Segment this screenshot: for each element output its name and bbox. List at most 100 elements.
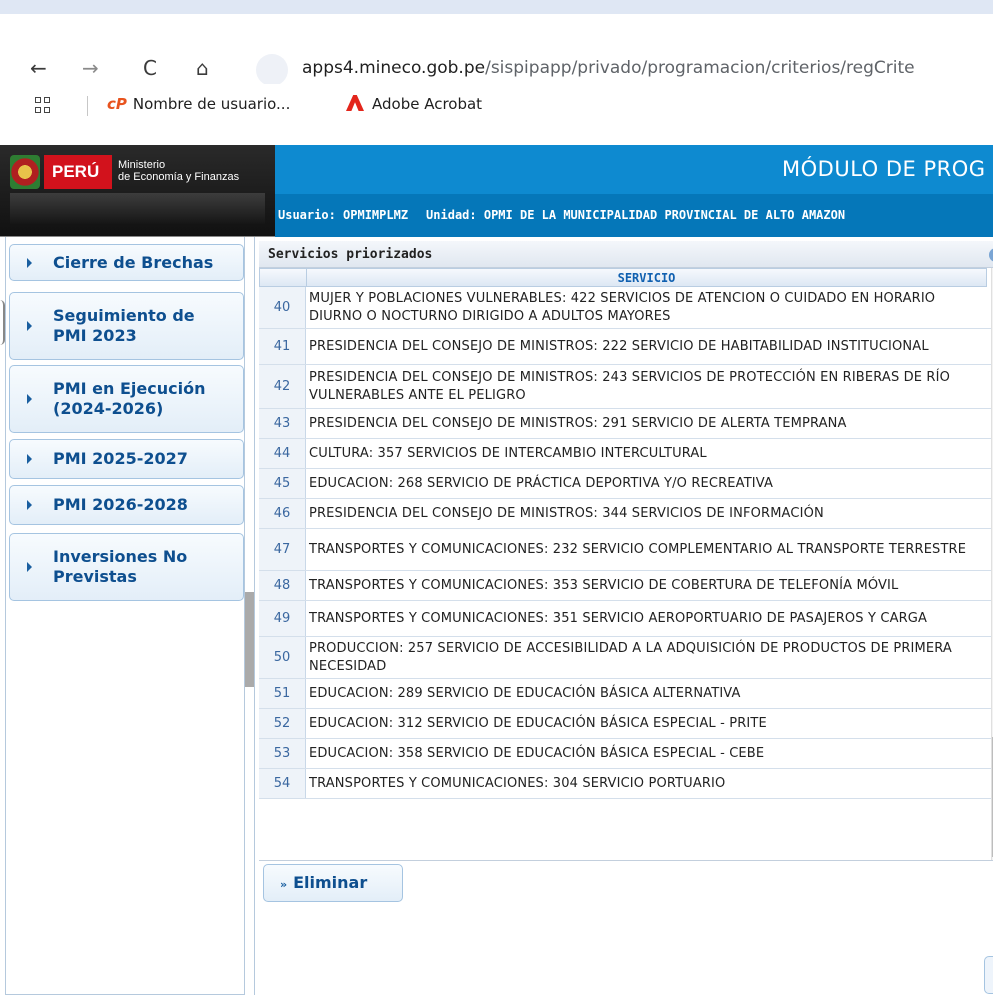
sidebar-item-seguimiento-pmi-2023[interactable]: Seguimiento de PMI 2023	[9, 292, 244, 360]
sidebar-resize-handle[interactable]	[245, 592, 254, 687]
row-number: 53	[259, 739, 306, 768]
home-button[interactable]: ⌂	[196, 58, 209, 78]
ministry-name: Ministerio de Economía y Finanzas	[118, 159, 239, 183]
table-row[interactable]: 53 EDUCACION: 358 SERVICIO DE EDUCACIÓN B…	[259, 739, 993, 769]
url-path: /sispipapp/privado/programacion/criterio…	[485, 58, 915, 78]
service-cell: PRESIDENCIA DEL CONSEJO DE MINISTROS: 34…	[309, 505, 824, 521]
ministry-line1: Ministerio	[118, 159, 166, 171]
service-cell: EDUCACION: 289 SERVICIO DE EDUCACIÓN BÁS…	[309, 685, 741, 701]
service-cell: TRANSPORTES Y COMUNICACIONES: 351 SERVIC…	[309, 610, 928, 626]
service-cell: TRANSPORTES Y COMUNICACIONES: 353 SERVIC…	[309, 577, 899, 593]
table-row[interactable]: 41 PRESIDENCIA DEL CONSEJO DE MINISTROS: …	[259, 329, 993, 365]
service-cell: PRESIDENCIA DEL CONSEJO DE MINISTROS: 29…	[309, 415, 847, 431]
table-row[interactable]: 50 PRODUCCION: 257 SERVICIO DE ACCESIBILI…	[259, 637, 993, 679]
sidebar-item-label-2: Previstas	[53, 567, 137, 586]
sidebar-item-pmi-en-ejecucion[interactable]: PMI en Ejecución (2024-2026)	[9, 365, 244, 433]
bookmarks-bar: cP Nombre de usuario... Adobe Acrobat	[0, 84, 993, 126]
triangle-right-icon	[27, 394, 32, 404]
table-row[interactable]: 46 PRESIDENCIA DEL CONSEJO DE MINISTROS: …	[259, 499, 993, 529]
double-arrow-icon: »	[280, 878, 288, 891]
panel-title: Servicios priorizados	[268, 247, 433, 262]
forward-button[interactable]: →	[82, 58, 99, 78]
table-row[interactable]: 48 TRANSPORTES Y COMUNICACIONES: 353 SERV…	[259, 571, 993, 601]
row-number: 45	[259, 469, 306, 498]
bookmark-label: Nombre de usuario...	[132, 95, 291, 113]
acrobat-icon	[346, 95, 364, 111]
sidebar-item-cierre-de-brechas[interactable]: Cierre de Brechas	[9, 244, 244, 281]
reload-button[interactable]: C	[143, 58, 157, 78]
bookmarks-separator	[87, 96, 88, 116]
main-layout: Cierre de Brechas Seguimiento de PMI 202…	[0, 237, 993, 995]
table-row[interactable]: 42 PRESIDENCIA DEL CONSEJO DE MINISTROS: …	[259, 365, 993, 409]
row-number: 50	[259, 637, 306, 678]
sidebar: Cierre de Brechas Seguimiento de PMI 202…	[5, 237, 245, 995]
sidebar-item-label: Cierre de Brechas	[53, 252, 214, 272]
module-title: MÓDULO DE PROG	[275, 145, 993, 194]
collapse-icon[interactable]	[989, 248, 993, 262]
sidebar-item-label-2: PMI 2023	[53, 326, 137, 345]
user-label: Usuario: OPMIMPLMZ	[278, 208, 409, 222]
table-row[interactable]: 49 TRANSPORTES Y COMUNICACIONES: 351 SERV…	[259, 601, 993, 637]
sidebar-item-label: Inversiones No	[53, 547, 188, 566]
logo-reflection	[10, 193, 265, 225]
sidebar-item-pmi-2026-2028[interactable]: PMI 2026-2028	[9, 485, 244, 525]
row-number: 48	[259, 571, 306, 600]
site-banner: PERÚ Ministerio de Economía y Finanzas M…	[0, 145, 993, 237]
row-number: 51	[259, 679, 306, 708]
sidebar-item-label: PMI 2026-2028	[53, 495, 188, 514]
row-number: 44	[259, 439, 306, 468]
table-row[interactable]: 40 MUJER Y POBLACIONES VULNERABLES: 422 S…	[259, 287, 993, 329]
panel-header: Servicios priorizados	[259, 241, 993, 268]
back-button[interactable]: ←	[30, 58, 47, 78]
triangle-right-icon	[27, 257, 32, 268]
user-info-bar: Usuario: OPMIMPLMZ Unidad: OPMI DE LA MUN…	[275, 194, 993, 237]
triangle-right-icon	[27, 562, 32, 572]
row-number: 49	[259, 601, 306, 636]
sidebar-item-pmi-2025-2027[interactable]: PMI 2025-2027	[9, 439, 244, 479]
table-row[interactable]: 45 EDUCACION: 268 SERVICIO DE PRÁCTICA DE…	[259, 469, 993, 499]
service-cell: TRANSPORTES Y COMUNICACIONES: 304 SERVIC…	[309, 775, 726, 791]
triangle-right-icon	[27, 454, 32, 464]
bookmark-nombre-de-usuario[interactable]: cP Nombre de usuario...	[107, 95, 290, 113]
table-row[interactable]: 47 TRANSPORTES Y COMUNICACIONES: 232 SERV…	[259, 529, 993, 571]
bookmark-label: Adobe Acrobat	[372, 95, 483, 113]
service-cell: CULTURA: 357 SERVICIOS DE INTERCAMBIO IN…	[309, 445, 707, 461]
table-row[interactable]: 51 EDUCACION: 289 SERVICIO DE EDUCACIÓN B…	[259, 679, 993, 709]
eliminar-button[interactable]: » Eliminar	[263, 864, 403, 902]
table-row[interactable]: 44 CULTURA: 357 SERVICIOS DE INTERCAMBIO …	[259, 439, 993, 469]
table-row[interactable]: 54 TRANSPORTES Y COMUNICACIONES: 304 SERV…	[259, 769, 993, 799]
browser-toolbar: ← → C ⌂ apps4.mineco.gob.pe/sispipapp/pr…	[0, 14, 993, 86]
service-cell: PRESIDENCIA DEL CONSEJO DE MINISTROS: 24…	[309, 369, 950, 403]
browser-top-strip	[0, 0, 993, 14]
sidebar-item-label: PMI 2025-2027	[53, 449, 188, 468]
peru-label: PERÚ	[44, 155, 112, 189]
column-header-servicio[interactable]: SERVICIO	[306, 268, 987, 287]
url-host: apps4.mineco.gob.pe	[302, 58, 486, 78]
row-number: 52	[259, 709, 306, 738]
row-number: 41	[259, 329, 306, 364]
table-row[interactable]: 43 PRESIDENCIA DEL CONSEJO DE MINISTROS: …	[259, 409, 993, 439]
apps-grid-icon[interactable]	[35, 97, 51, 113]
bookmark-adobe-acrobat[interactable]: Adobe Acrobat	[346, 95, 482, 113]
row-number: 54	[259, 769, 306, 798]
row-number: 46	[259, 499, 306, 528]
bottom-right-button[interactable]	[984, 956, 993, 994]
sidebar-item-inversiones-no-previstas[interactable]: Inversiones No Previstas	[9, 533, 244, 601]
cp-logo-icon: cP	[107, 95, 127, 113]
service-cell: EDUCACION: 358 SERVICIO DE EDUCACIÓN BÁS…	[309, 745, 765, 761]
row-number-header	[259, 268, 306, 287]
service-cell: PRODUCCION: 257 SERVICIO DE ACCESIBILIDA…	[309, 640, 952, 674]
coat-of-arms-icon	[10, 155, 40, 189]
triangle-right-icon	[27, 500, 32, 510]
table-row[interactable]: 52 EDUCACION: 312 SERVICIO DE EDUCACIÓN B…	[259, 709, 993, 739]
row-number: 43	[259, 409, 306, 438]
mef-logo: PERÚ Ministerio de Economía y Finanzas	[0, 145, 275, 237]
row-number: 42	[259, 365, 306, 408]
eliminar-label: Eliminar	[293, 873, 368, 892]
triangle-right-icon	[27, 321, 32, 331]
unit-label: Unidad: OPMI DE LA MUNICIPALIDAD PROVINC…	[426, 208, 846, 222]
site-info-icon[interactable]	[256, 54, 288, 86]
services-table: SERVICIO 40 MUJER Y POBLACIONES VULNERABL…	[259, 268, 993, 861]
address-bar[interactable]: apps4.mineco.gob.pe/sispipapp/privado/pr…	[302, 58, 915, 78]
service-cell: MUJER Y POBLACIONES VULNERABLES: 422 SER…	[309, 290, 936, 324]
